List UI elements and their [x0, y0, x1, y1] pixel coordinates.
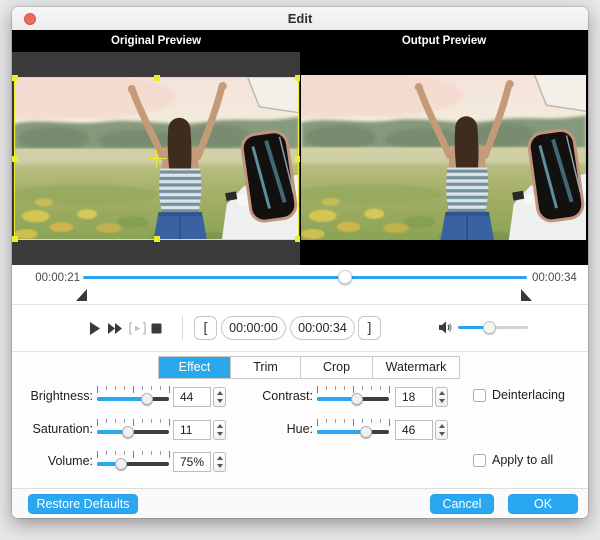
volume-label: Volume: — [12, 454, 93, 468]
contrast-slider[interactable] — [317, 386, 389, 408]
preview-header: Original Preview Output Preview — [12, 30, 588, 52]
speaker-icon[interactable] — [438, 320, 453, 335]
original-preview-label: Original Preview — [12, 35, 300, 47]
timeline-row: 00:00:21 00:00:34 — [12, 265, 588, 305]
footer-bar: Restore Defaults Cancel OK — [12, 488, 588, 518]
crop-region[interactable] — [14, 77, 299, 240]
hue-label: Hue: — [228, 422, 313, 436]
slider-ticks — [317, 386, 389, 394]
apply-to-all-checkbox[interactable]: Apply to all — [473, 453, 553, 467]
duration-time: 00:00:34 — [532, 272, 577, 284]
titlebar: Edit — [12, 7, 588, 31]
segment-play-icon[interactable] — [128, 321, 147, 336]
output-preview-panel — [300, 52, 588, 265]
deinterlacing-checkbox[interactable]: Deinterlacing — [473, 388, 565, 402]
crop-handle[interactable] — [12, 75, 18, 81]
brightness-label: Brightness: — [12, 389, 93, 403]
set-end-bracket-button[interactable]: ] — [358, 316, 381, 340]
preview-volume-knob[interactable] — [483, 321, 496, 334]
divider — [182, 316, 183, 340]
slider-ticks — [97, 419, 169, 427]
crop-handle[interactable] — [12, 236, 18, 242]
preview-body — [12, 52, 588, 265]
edit-dialog: Edit Original Preview Output Preview — [12, 7, 588, 518]
tab-bar: Effect Trim Crop Watermark — [158, 356, 460, 379]
preview-volume-slider[interactable] — [458, 326, 528, 329]
trim-start-marker[interactable] — [76, 289, 87, 301]
window-title: Edit — [12, 11, 588, 26]
set-start-bracket-button[interactable]: [ — [194, 316, 217, 340]
effect-row-1: Brightness: 44 Contrast: 18 Deinterlacin… — [12, 386, 588, 408]
slider-knob[interactable] — [360, 426, 372, 438]
slider-knob[interactable] — [115, 458, 127, 470]
checkbox-box[interactable] — [473, 454, 486, 467]
saturation-value[interactable]: 11 — [173, 420, 211, 440]
fast-forward-icon[interactable] — [107, 321, 124, 336]
tab-watermark[interactable]: Watermark — [373, 357, 459, 378]
volume-value[interactable]: 75% — [173, 452, 211, 472]
slider-knob[interactable] — [122, 426, 134, 438]
tab-trim[interactable]: Trim — [231, 357, 301, 378]
effect-row-2: Saturation: 11 Hue: 46 — [12, 419, 588, 441]
output-photo — [301, 75, 586, 240]
restore-defaults-button[interactable]: Restore Defaults — [28, 494, 138, 514]
contrast-label: Contrast: — [228, 389, 313, 403]
timeline-track[interactable] — [83, 276, 527, 279]
trim-end-marker[interactable] — [521, 289, 532, 301]
checkbox-label: Deinterlacing — [492, 388, 565, 402]
saturation-label: Saturation: — [12, 422, 93, 436]
controls-row: [ 00:00:00 00:00:34 ] — [12, 305, 588, 352]
contrast-stepper[interactable] — [435, 387, 448, 407]
crop-handle[interactable] — [12, 156, 18, 162]
hue-value[interactable]: 46 — [395, 420, 433, 440]
contrast-value[interactable]: 18 — [395, 387, 433, 407]
cancel-button[interactable]: Cancel — [430, 494, 494, 514]
crop-handle[interactable] — [154, 236, 160, 242]
brightness-value[interactable]: 44 — [173, 387, 211, 407]
volume-slider[interactable] — [97, 451, 169, 473]
start-time-field[interactable]: 00:00:00 — [221, 316, 286, 340]
slider-ticks — [97, 451, 169, 459]
original-preview-panel — [12, 52, 300, 265]
ok-button[interactable]: OK — [508, 494, 578, 514]
saturation-stepper[interactable] — [213, 420, 226, 440]
saturation-slider[interactable] — [97, 419, 169, 441]
hue-stepper[interactable] — [435, 420, 448, 440]
stop-icon[interactable] — [151, 323, 162, 334]
slider-knob[interactable] — [141, 393, 153, 405]
elapsed-time: 00:00:21 — [28, 272, 80, 284]
checkbox-box[interactable] — [473, 389, 486, 402]
playhead-knob[interactable] — [338, 270, 352, 284]
slider-ticks — [317, 419, 389, 427]
end-time-field[interactable]: 00:00:34 — [290, 316, 355, 340]
crop-handle[interactable] — [154, 75, 160, 81]
effect-row-3: Volume: 75% Apply to all — [12, 451, 588, 473]
tab-effect[interactable]: Effect — [159, 357, 231, 378]
output-preview-label: Output Preview — [300, 35, 588, 47]
slider-ticks — [97, 386, 169, 394]
checkbox-label: Apply to all — [492, 453, 553, 467]
brightness-slider[interactable] — [97, 386, 169, 408]
play-icon[interactable] — [88, 321, 101, 336]
tab-crop[interactable]: Crop — [301, 357, 373, 378]
brightness-stepper[interactable] — [213, 387, 226, 407]
slider-knob[interactable] — [351, 393, 363, 405]
hue-slider[interactable] — [317, 419, 389, 441]
volume-stepper[interactable] — [213, 452, 226, 472]
photo-woman-car-field — [301, 75, 586, 240]
